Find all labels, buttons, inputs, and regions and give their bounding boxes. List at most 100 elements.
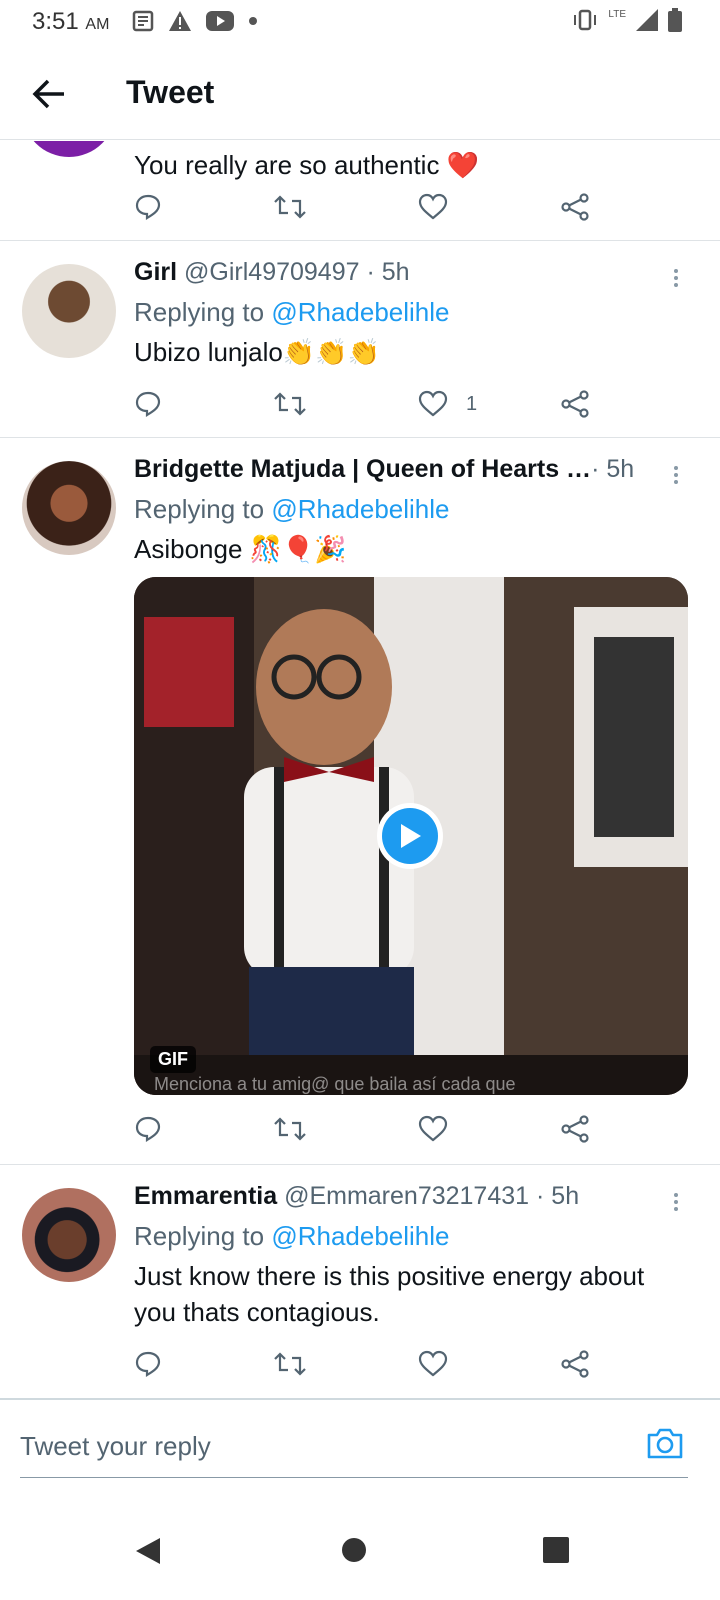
gif-badge: GIF xyxy=(150,1046,196,1073)
dot-icon xyxy=(249,17,257,25)
avatar[interactable] xyxy=(22,141,116,157)
triangle-back-icon xyxy=(136,1538,160,1564)
avatar[interactable] xyxy=(22,264,116,358)
tweet-time: · 5h xyxy=(536,1182,580,1210)
retweet-button[interactable] xyxy=(274,187,306,227)
camera-button[interactable] xyxy=(646,1426,684,1460)
back-button[interactable] xyxy=(30,76,70,112)
retweet-button[interactable] xyxy=(274,1109,306,1149)
nav-back-button[interactable] xyxy=(134,1536,162,1571)
comment-icon xyxy=(135,1351,161,1377)
retweet-button[interactable] xyxy=(274,1344,306,1384)
signal-icon xyxy=(636,9,658,31)
more-options-button[interactable] xyxy=(672,266,680,292)
reply-input[interactable] xyxy=(20,1416,688,1478)
avatar[interactable] xyxy=(22,1188,116,1282)
retweet-icon xyxy=(274,392,306,416)
tweet-text: Asibonge 🎊🎈🎉 xyxy=(134,534,347,564)
share-button[interactable] xyxy=(560,384,590,424)
share-button[interactable] xyxy=(560,1109,590,1149)
reply-composer xyxy=(0,1398,720,1502)
tweet-meta: Emmarentia @Emmaren73217431 · 5h xyxy=(134,1182,690,1211)
author-name[interactable]: Emmarentia xyxy=(134,1182,277,1210)
system-icons: LTE xyxy=(572,8,682,32)
network-label: LTE xyxy=(608,8,626,20)
like-button[interactable]: 1 xyxy=(418,384,477,424)
camera-icon xyxy=(647,1428,683,1459)
tweet-actions xyxy=(134,1109,604,1149)
like-button[interactable] xyxy=(418,1109,448,1149)
circle-home-icon xyxy=(342,1538,366,1562)
reply-button[interactable] xyxy=(134,1109,162,1149)
reply-button[interactable] xyxy=(134,1344,162,1384)
author-handle[interactable]: @Emmaren73217431 xyxy=(284,1182,529,1210)
tweet-text: Ubizo lunjalo👏👏👏 xyxy=(134,337,380,367)
replying-to: Replying to @Rhadebelihle xyxy=(134,494,450,524)
news-icon xyxy=(132,10,154,32)
author-name[interactable]: Bridgette Matjuda | Queen of Hearts … xyxy=(134,455,591,483)
tweet-item[interactable]: Girl @Girl49709497 · 5h Replying to @Rha… xyxy=(0,242,720,438)
tweet-item[interactable]: Emmarentia @Emmaren73217431 · 5h Replyin… xyxy=(0,1166,720,1402)
play-button[interactable] xyxy=(377,803,443,869)
status-time: 3:51 AM xyxy=(32,8,110,35)
battery-icon xyxy=(668,8,682,32)
share-icon xyxy=(561,193,589,221)
heart-icon xyxy=(418,193,448,220)
tweet-actions xyxy=(134,1344,604,1384)
top-app-bar: Tweet xyxy=(0,48,720,140)
avatar[interactable] xyxy=(22,461,116,555)
nav-recents-button[interactable] xyxy=(542,1536,570,1569)
square-recents-icon xyxy=(543,1537,569,1563)
tweet-meta: Girl @Girl49709497 · 5h xyxy=(134,258,690,287)
mention-link[interactable]: @Rhadebelihle xyxy=(271,494,449,524)
comment-icon xyxy=(135,391,161,417)
share-icon xyxy=(561,1115,589,1143)
comment-icon xyxy=(135,1116,161,1142)
like-count: 1 xyxy=(466,392,478,415)
system-nav-bar xyxy=(0,1502,720,1600)
tweet-time: · 5h xyxy=(366,258,410,286)
tweet-actions xyxy=(134,187,604,227)
reply-list[interactable]: You really are so authentic ❤️ Girl @Gir… xyxy=(0,141,720,1429)
share-icon xyxy=(561,1350,589,1378)
tweet-text: You really are so authentic ❤️ xyxy=(134,150,480,180)
share-icon xyxy=(561,390,589,418)
share-button[interactable] xyxy=(560,187,590,227)
author-handle[interactable]: @Girl49709497 xyxy=(184,258,360,286)
tweet-item[interactable]: You really are so authentic ❤️ xyxy=(0,141,720,241)
reply-button[interactable] xyxy=(134,187,162,227)
more-options-button[interactable] xyxy=(672,463,680,489)
mention-link[interactable]: @Rhadebelihle xyxy=(271,297,449,327)
comment-icon xyxy=(135,194,161,220)
gif-media[interactable]: GIF Menciona a tu amig@ que baila así ca… xyxy=(134,577,688,1095)
tweet-actions: 1 xyxy=(134,384,604,424)
tweet-meta: Bridgette Matjuda | Queen of Hearts …· 5… xyxy=(134,455,690,484)
vibrate-icon xyxy=(574,9,597,31)
like-button[interactable] xyxy=(418,1344,448,1384)
retweet-button[interactable] xyxy=(274,384,306,424)
replying-to: Replying to @Rhadebelihle xyxy=(134,1221,450,1251)
status-bar: 3:51 AM LTE xyxy=(0,0,720,48)
tweet-time: · 5h xyxy=(591,455,635,483)
mention-link[interactable]: @Rhadebelihle xyxy=(271,1221,449,1251)
replying-to: Replying to @Rhadebelihle xyxy=(134,297,450,327)
warning-icon xyxy=(169,11,191,31)
like-button[interactable] xyxy=(418,187,448,227)
page-title: Tweet xyxy=(126,74,215,110)
author-name[interactable]: Girl xyxy=(134,258,177,286)
play-icon xyxy=(401,824,421,848)
youtube-icon xyxy=(206,11,234,31)
reply-button[interactable] xyxy=(134,384,162,424)
heart-icon xyxy=(418,1350,448,1377)
notification-icons xyxy=(132,10,258,32)
heart-icon xyxy=(418,390,448,417)
heart-icon xyxy=(418,1115,448,1142)
retweet-icon xyxy=(274,1352,306,1376)
arrow-left-icon xyxy=(32,79,64,109)
nav-home-button[interactable] xyxy=(340,1536,368,1569)
gif-caption: Menciona a tu amig@ que baila así cada q… xyxy=(154,1074,516,1094)
more-options-button[interactable] xyxy=(672,1190,680,1216)
share-button[interactable] xyxy=(560,1344,590,1384)
tweet-text: Just know there is this positive energy … xyxy=(134,1261,645,1327)
tweet-item[interactable]: Bridgette Matjuda | Queen of Hearts …· 5… xyxy=(0,439,720,1165)
